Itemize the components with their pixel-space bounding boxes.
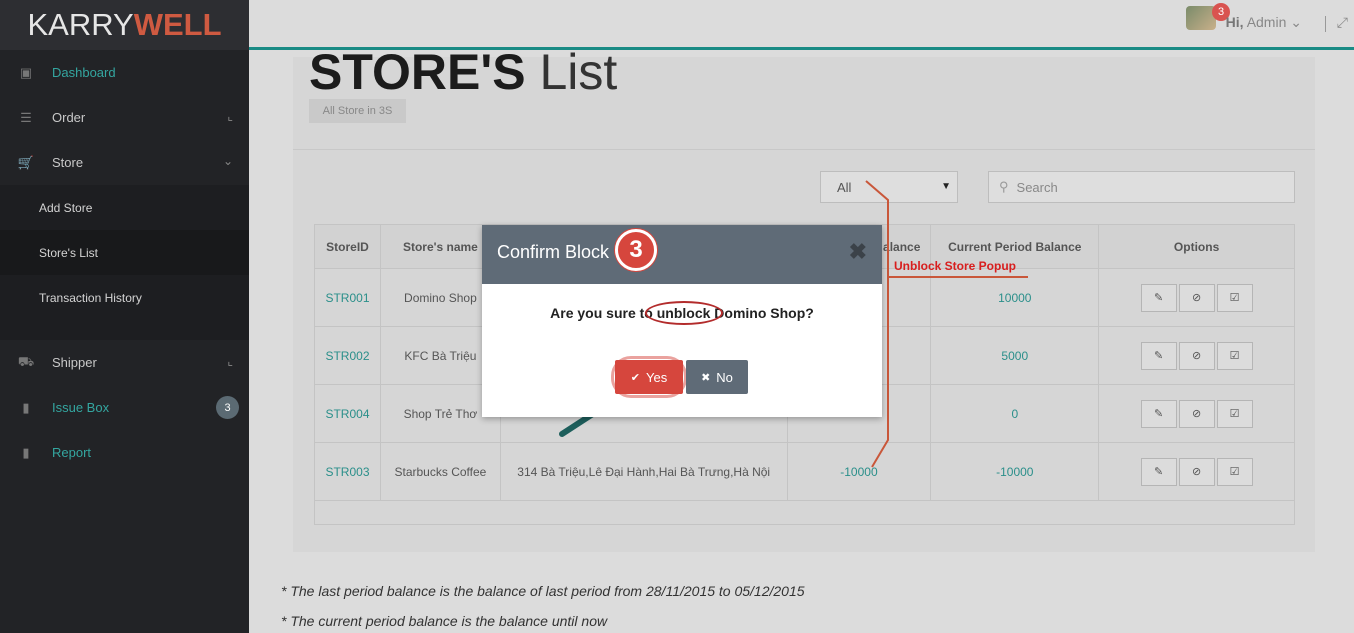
dialog-title: Confirm Block	[497, 242, 610, 262]
yes-label: Yes	[646, 369, 668, 385]
highlight-circle	[645, 301, 723, 325]
confirm-block-dialog: Confirm Block 3 ✖ Are you sure to unbloc…	[482, 225, 882, 417]
close-icon: ✖	[701, 371, 711, 384]
no-button[interactable]: ✖ No	[686, 360, 748, 394]
annotation-label: Unblock Store Popup	[894, 259, 1017, 273]
yes-button[interactable]: ✔ Yes	[615, 360, 683, 394]
no-label: No	[716, 369, 733, 385]
check-circle-icon: ✔	[630, 371, 640, 384]
step-number-badge: 3	[615, 229, 657, 271]
close-icon[interactable]: ✖	[849, 239, 867, 265]
dialog-header: Confirm Block 3 ✖	[482, 225, 882, 284]
